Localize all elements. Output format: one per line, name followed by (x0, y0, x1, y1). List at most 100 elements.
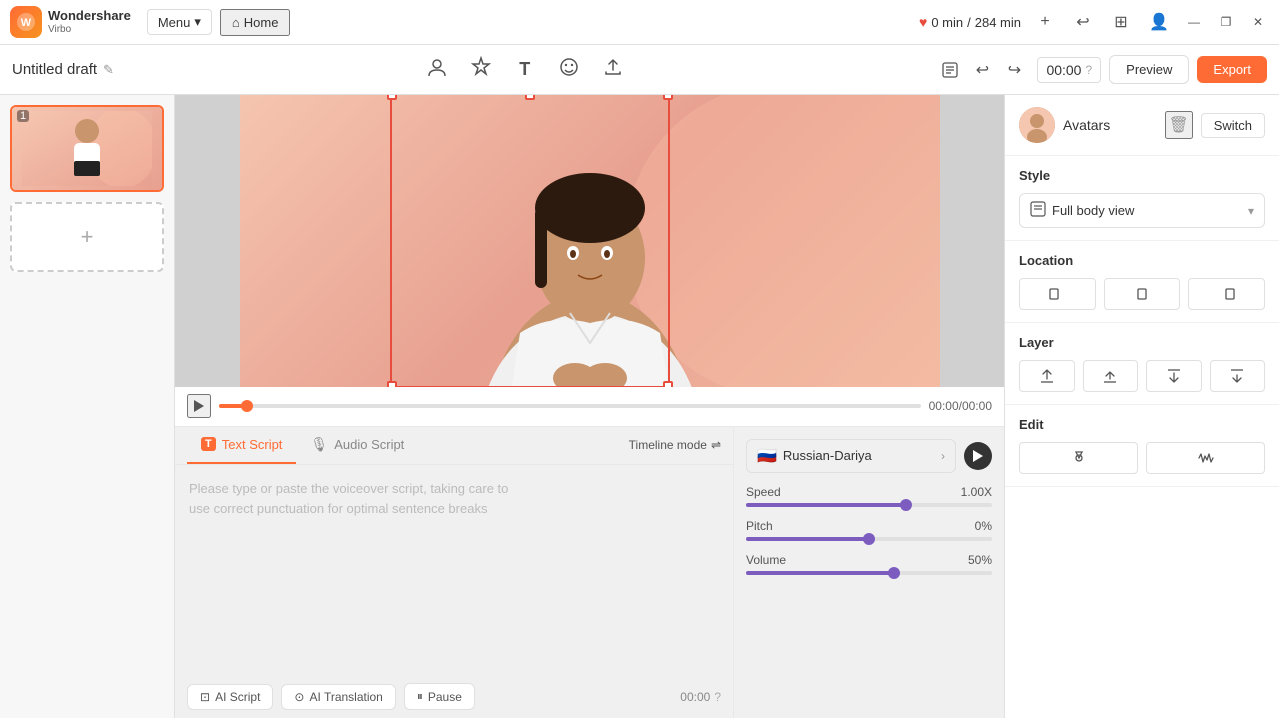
style-dropdown-label: Full body view (1052, 203, 1248, 218)
heart-icon: ♥ (919, 14, 927, 30)
bring-forward-button[interactable] (1083, 360, 1139, 392)
send-to-back-button[interactable] (1210, 360, 1266, 392)
pause-button[interactable]: ⏸ Pause (404, 683, 475, 710)
pitch-thumb[interactable] (863, 533, 875, 545)
avatar-tool-icon (426, 56, 448, 83)
speed-slider-row: Speed 1.00X (746, 485, 992, 507)
location-right-button[interactable] (1188, 278, 1265, 310)
upload-tool-icon (602, 56, 624, 83)
canvas-frame[interactable] (240, 95, 940, 387)
export-button[interactable]: Export (1197, 56, 1267, 83)
script-actions: ⊡ AI Script ⊙ AI Translation ⏸ Pause 00:… (175, 674, 733, 718)
emoji-tool-button[interactable] (551, 52, 587, 88)
ai-translation-button[interactable]: ⊙ AI Translation (281, 684, 395, 710)
home-icon: ⌂ (232, 15, 240, 30)
script-time-help-icon: ? (714, 690, 721, 704)
ai-script-label: AI Script (215, 690, 260, 704)
audio-script-tab[interactable]: 🎙 Audio Script (296, 427, 418, 464)
pitch-track[interactable] (746, 537, 992, 541)
placeholder-line1: Please type or paste the voiceover scrip… (189, 479, 719, 500)
pitch-label: Pitch (746, 519, 773, 533)
home-button[interactable]: ⌂ Home (220, 9, 291, 36)
emoji-tool-icon (558, 56, 580, 83)
duration-display: 00:00 ? (1037, 57, 1101, 83)
history-view-button[interactable] (935, 55, 965, 85)
text-script-panel: T Text Script 🎙 Audio Script Timeline mo… (175, 427, 734, 718)
avatar-section: Avatars 🗑 Switch (1005, 95, 1279, 156)
timeline-bar: 00:00/00:00 (175, 387, 1004, 427)
bring-to-front-button[interactable] (1019, 360, 1075, 392)
edit-section-title: Edit (1019, 417, 1265, 432)
add-slide-button[interactable]: + (10, 202, 164, 272)
progress-thumb[interactable] (241, 400, 253, 412)
edit-draft-icon[interactable]: ✎ (103, 62, 114, 78)
slide-1-thumbnail[interactable]: 1 (10, 105, 164, 192)
crop-edit-button[interactable] (1019, 442, 1138, 474)
avatar-tool-button[interactable] (419, 52, 455, 88)
style-dropdown-chevron-icon: ▾ (1248, 204, 1254, 218)
speed-value: 1.00X (961, 485, 992, 499)
volume-value: 50% (968, 553, 992, 567)
account-icon[interactable]: 👤 (1145, 8, 1173, 36)
maximize-button[interactable]: ❐ (1215, 11, 1237, 33)
avatars-label: Avatars (1063, 117, 1157, 133)
logo-text-block: Wondershare Virbo (48, 9, 131, 34)
draft-title-text: Untitled draft (12, 61, 97, 78)
slide-1-preview (12, 107, 162, 190)
delete-avatar-button[interactable]: 🗑 (1165, 111, 1193, 139)
layer-section-title: Layer (1019, 335, 1265, 350)
add-button[interactable]: + (1031, 8, 1059, 36)
volume-thumb[interactable] (888, 567, 900, 579)
text-script-icon: T (201, 437, 216, 451)
upload-tool-button[interactable] (595, 52, 631, 88)
location-left-button[interactable] (1019, 278, 1096, 310)
volume-label-row: Volume 50% (746, 553, 992, 567)
voice-selector-row: 🇷🇺 Russian-Dariya › (746, 439, 992, 473)
logo-icon: W (10, 6, 42, 38)
logo: W Wondershare Virbo (10, 6, 131, 38)
speed-thumb[interactable] (900, 499, 912, 511)
grid-icon[interactable]: ⊞ (1107, 8, 1135, 36)
canvas-viewport (175, 95, 1004, 387)
text-script-tab[interactable]: T Text Script (187, 427, 296, 464)
style-tool-button[interactable] (463, 52, 499, 88)
home-label: Home (244, 15, 279, 30)
voice-selector[interactable]: 🇷🇺 Russian-Dariya › (746, 439, 956, 473)
pitch-label-row: Pitch 0% (746, 519, 992, 533)
switch-avatar-button[interactable]: Switch (1201, 113, 1265, 138)
progress-track[interactable] (219, 404, 921, 408)
send-backward-button[interactable] (1146, 360, 1202, 392)
minimize-button[interactable]: — (1183, 11, 1205, 33)
preview-button[interactable]: Preview (1109, 55, 1189, 84)
volume-track[interactable] (746, 571, 992, 575)
edit-grid (1019, 442, 1265, 474)
menu-button[interactable]: Menu ▾ (147, 9, 212, 35)
draft-title: Untitled draft ✎ (12, 61, 114, 78)
close-button[interactable]: ✕ (1247, 11, 1269, 33)
location-center-button[interactable] (1104, 278, 1181, 310)
play-button[interactable] (187, 394, 211, 418)
style-dropdown[interactable]: Full body view ▾ (1019, 193, 1265, 228)
time-counter: 00:00/00:00 (929, 399, 992, 413)
speed-track[interactable] (746, 503, 992, 507)
timeline-mode-button[interactable]: Timeline mode ⇌ (629, 438, 721, 452)
volume-label: Volume (746, 553, 786, 567)
redo-button[interactable]: ↪ (999, 55, 1029, 85)
play-voice-button[interactable] (964, 442, 992, 470)
history-icon[interactable]: ↩ (1069, 8, 1097, 36)
voice-flag: 🇷🇺 (757, 446, 777, 466)
time-total: 284 min (975, 15, 1021, 30)
avatar-header: Avatars 🗑 Switch (1019, 107, 1265, 143)
waveform-edit-button[interactable] (1146, 442, 1265, 474)
time-used: 0 min (931, 15, 963, 30)
volume-slider-row: Volume 50% (746, 553, 992, 575)
layer-section: Layer (1005, 323, 1279, 405)
script-content[interactable]: Please type or paste the voiceover scrip… (175, 465, 733, 675)
time-badge: ♥ 0 min / 284 min (919, 14, 1021, 30)
svg-text:W: W (21, 17, 32, 29)
undo-button[interactable]: ↩ (967, 55, 997, 85)
avatar-svg (240, 95, 940, 387)
ai-script-button[interactable]: ⊡ AI Script (187, 684, 273, 710)
text-tool-button[interactable]: T (507, 52, 543, 88)
script-placeholder: Please type or paste the voiceover scrip… (189, 479, 719, 521)
